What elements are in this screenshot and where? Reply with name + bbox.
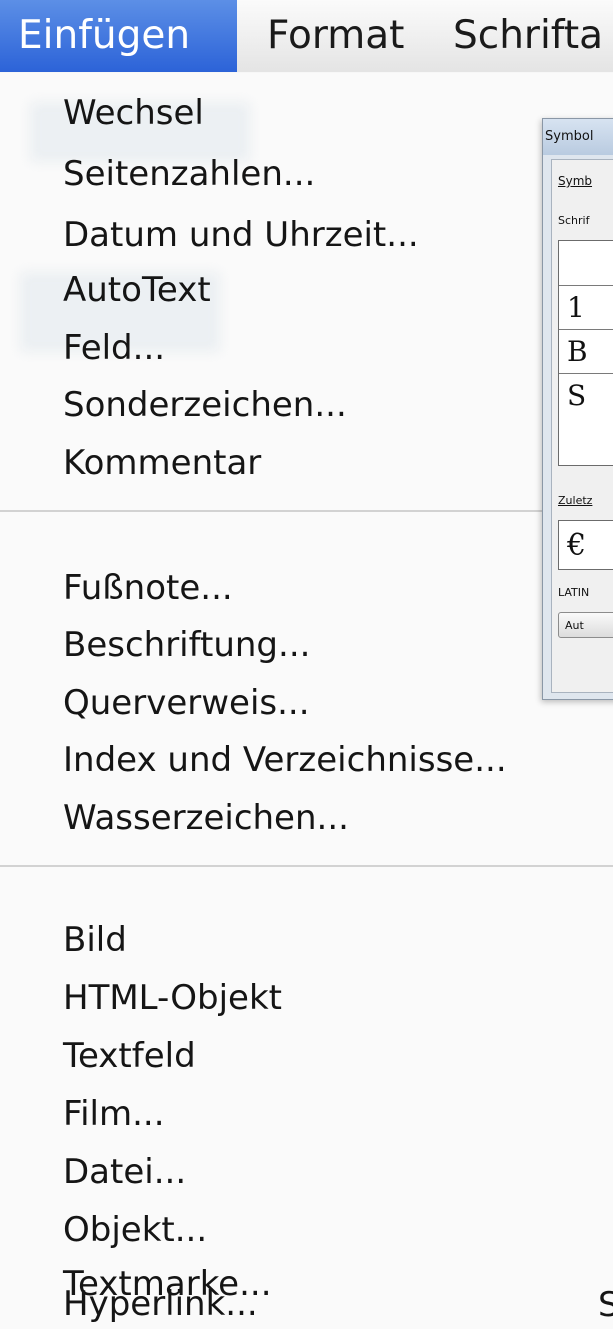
menu-item-seitenzahlen[interactable]: Seitenzahlen... — [63, 154, 315, 194]
menu-item-bild[interactable]: Bild — [63, 920, 127, 960]
menu-schriftart[interactable]: Schrifta — [453, 0, 603, 72]
character-name: LATIN — [558, 586, 590, 599]
recent-symbols-label: Zuletz — [558, 494, 593, 507]
menu-item-objekt[interactable]: Objekt... — [63, 1210, 207, 1250]
menu-item-feld[interactable]: Feld... — [63, 328, 165, 368]
menu-item-sonderzeichen[interactable]: Sonderzeichen... — [63, 385, 347, 425]
dialog-title: Symbol — [543, 119, 613, 155]
tab-symbole[interactable]: Symb — [558, 174, 592, 188]
symbol-cell[interactable]: 1 — [559, 285, 613, 329]
recent-symbol-euro[interactable]: € — [558, 520, 613, 570]
hyperlink-shortcut: S — [598, 1285, 613, 1325]
menu-item-index-verzeichnisse[interactable]: Index und Verzeichnisse... — [63, 740, 613, 780]
menu-item-film[interactable]: Film... — [63, 1094, 165, 1134]
menu-format[interactable]: Format — [267, 0, 404, 72]
symbol-dialog: Symbol Symb Schrif 1 B S Zuletz € LATIN … — [542, 118, 613, 700]
symbol-cell[interactable]: B — [559, 329, 613, 373]
menu-item-fussnote[interactable]: Fußnote... — [63, 568, 233, 608]
menu-item-kommentar[interactable]: Kommentar — [63, 443, 261, 483]
menu-item-wasserzeichen[interactable]: Wasserzeichen... — [63, 798, 349, 838]
menu-item-beschriftung[interactable]: Beschriftung... — [63, 625, 310, 665]
menu-separator — [0, 510, 613, 512]
menu-bar: Einfügen Format Schrifta — [0, 0, 613, 73]
symbol-cell[interactable] — [559, 241, 613, 285]
font-label: Schrif — [558, 214, 590, 227]
autocorrect-button[interactable]: Aut — [558, 612, 613, 638]
menu-item-textfeld[interactable]: Textfeld — [63, 1036, 196, 1076]
menu-separator — [0, 865, 613, 867]
menu-item-hyperlink[interactable]: Hyperlink... — [63, 1284, 258, 1324]
symbol-grid[interactable]: 1 B S — [558, 240, 613, 466]
menu-item-wechsel[interactable]: Wechsel — [63, 93, 204, 133]
menu-item-datum-uhrzeit[interactable]: Datum und Uhrzeit... — [63, 215, 419, 255]
menu-einfuegen[interactable]: Einfügen — [0, 0, 237, 72]
menu-item-datei[interactable]: Datei... — [63, 1152, 186, 1192]
menu-item-html-objekt[interactable]: HTML-Objekt — [63, 978, 282, 1018]
dialog-body: Symb Schrif 1 B S Zuletz € LATIN Aut — [551, 159, 613, 693]
menu-item-querverweis[interactable]: Querverweis... — [63, 683, 310, 723]
menu-item-autotext[interactable]: AutoText — [63, 270, 211, 310]
symbol-cell[interactable]: S — [559, 373, 613, 417]
